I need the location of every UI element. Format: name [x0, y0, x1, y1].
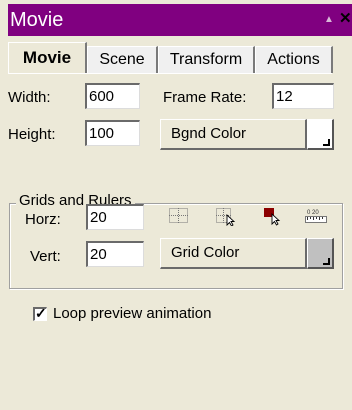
grid-color-swatch[interactable] [307, 238, 334, 269]
snap-to-grid-icon[interactable] [215, 206, 237, 226]
vert-field[interactable] [86, 241, 144, 267]
dropdown-corner-icon [323, 139, 330, 146]
horz-label: Horz: [25, 211, 61, 228]
tab-scene[interactable]: Scene [87, 46, 158, 73]
bgnd-color-swatch[interactable] [307, 119, 334, 150]
frame-rate-field[interactable] [272, 83, 334, 109]
show-grid-icon[interactable] [168, 206, 190, 226]
tab-movie[interactable]: Movie [8, 42, 87, 74]
dropdown-corner-icon [323, 258, 330, 265]
vert-label: Vert: [30, 248, 61, 265]
horz-field[interactable] [86, 204, 144, 230]
frame-rate-label: Frame Rate: [163, 89, 247, 106]
close-icon[interactable]: ✕ [339, 9, 352, 27]
scroll-up-icon[interactable]: ▲ [324, 14, 334, 25]
height-field[interactable] [85, 120, 140, 146]
width-label: Width: [8, 89, 51, 106]
loop-label[interactable]: Loop preview animation [53, 305, 211, 323]
bgnd-color-button[interactable]: Bgnd Color [160, 119, 307, 150]
width-field[interactable] [85, 83, 140, 109]
height-label: Height: [8, 126, 56, 143]
ruler-icon[interactable]: 0 20 [304, 206, 328, 226]
tab-divider [8, 73, 332, 74]
ruler-label: 0 20 [307, 210, 319, 216]
loop-checkbox[interactable]: ✓ [33, 305, 47, 321]
window-title: Movie [10, 9, 64, 31]
tab-transform[interactable]: Transform [158, 46, 255, 73]
checkmark-icon: ✓ [35, 305, 47, 321]
snap-to-object-icon[interactable] [262, 206, 284, 226]
grid-color-button[interactable]: Grid Color [160, 238, 307, 269]
title-bar: Movie ▲ ✕ [8, 4, 352, 36]
tab-actions[interactable]: Actions [255, 46, 333, 73]
